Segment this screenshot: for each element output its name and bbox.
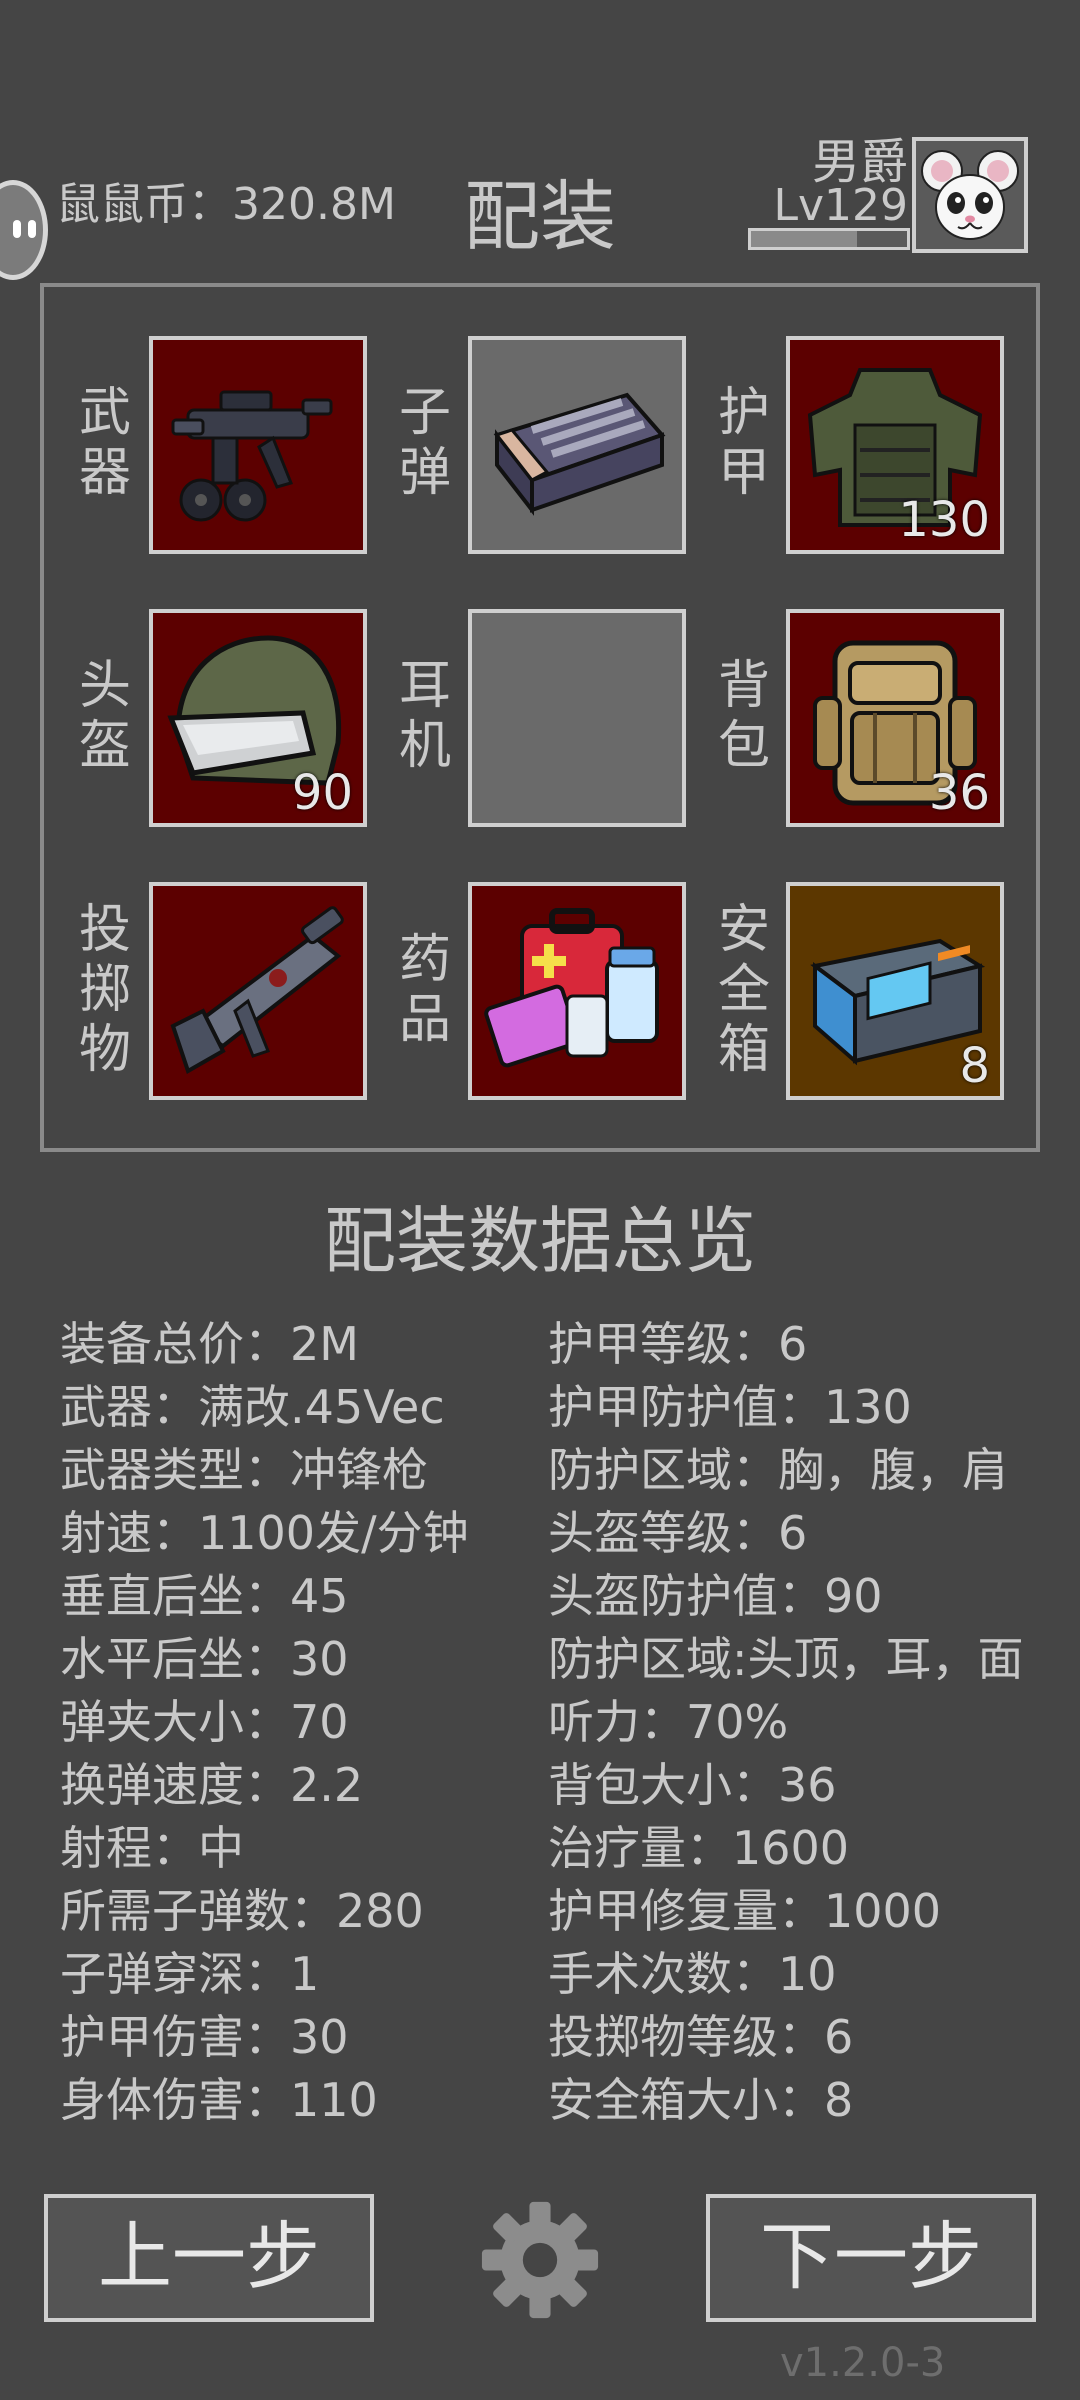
ammo-slot[interactable]	[468, 336, 686, 554]
stat-vertical-recoil: 垂直后坐：45	[60, 1569, 349, 1623]
stat-body-damage: 身体伤害：110	[60, 2073, 378, 2127]
medicine-slot[interactable]	[468, 882, 686, 1100]
stat-armor-level: 护甲等级：6	[548, 1317, 808, 1371]
stat-healing: 治疗量：1600	[548, 1821, 850, 1875]
backpack-capacity: 36	[928, 765, 990, 821]
throwable-slot[interactable]	[149, 882, 367, 1100]
armor-durability: 130	[898, 492, 990, 548]
backpack-slot[interactable]: 36	[786, 609, 1004, 827]
player-level: Lv129	[773, 180, 908, 231]
summary-title: 配装数据总览	[323, 1199, 756, 1283]
gear-icon[interactable]	[474, 2194, 606, 2326]
xp-progress-bar	[748, 228, 910, 250]
stat-magazine-size: 弹夹大小：70	[60, 1695, 349, 1749]
ammo-box-icon	[493, 392, 666, 516]
slot-label-throwable: 投掷物	[78, 900, 131, 1080]
prev-step-button[interactable]: 上一步	[44, 2194, 374, 2322]
slot-label-secure-case: 安全箱	[717, 900, 770, 1080]
slot-label-backpack: 背包	[717, 656, 770, 776]
slot-label-medicine: 药品	[398, 930, 451, 1050]
stat-backpack-size: 背包大小：36	[548, 1758, 837, 1812]
stat-penetration: 子弹穿深：1	[60, 1947, 320, 2001]
mouse-avatar[interactable]	[912, 137, 1028, 253]
stat-helmet-zones: 防护区域:头顶，耳，面	[548, 1632, 1024, 1686]
armor-slot[interactable]: 130	[786, 336, 1004, 554]
weapon-slot[interactable]	[149, 336, 367, 554]
version-label: v1.2.0-3	[780, 2340, 946, 2386]
stat-helmet-level: 头盔等级：6	[548, 1506, 808, 1560]
grenade-launcher-icon	[170, 906, 344, 1074]
slot-label-helmet: 头盔	[78, 656, 131, 776]
medkit-icon	[484, 908, 659, 1068]
slot-label-ammo: 子弹	[398, 383, 451, 503]
stat-armor-repair: 护甲修复量：1000	[548, 1884, 942, 1938]
stat-reload-speed: 换弹速度：2.2	[60, 1758, 364, 1812]
stats-left-column: 装备总价：2M 武器：满改.45Vec 武器类型：冲锋枪 射速：1100发/分钟…	[60, 1313, 469, 2132]
helmet-durability: 90	[291, 765, 353, 821]
stat-surgery-count: 手术次数：10	[548, 1947, 837, 2001]
stat-armor-value: 护甲防护值：130	[548, 1380, 912, 1434]
stat-helmet-value: 头盔防护值：90	[548, 1569, 883, 1623]
slot-label-weapon: 武器	[78, 383, 131, 503]
secure-case-slot[interactable]: 8	[786, 882, 1004, 1100]
stat-fire-rate: 射速：1100发/分钟	[60, 1506, 469, 1560]
stat-range: 射程：中	[60, 1821, 244, 1875]
stat-total-price: 装备总价：2M	[60, 1317, 359, 1371]
stat-armor-damage: 护甲伤害：30	[60, 2010, 349, 2064]
headset-slot[interactable]	[468, 609, 686, 827]
stat-ammo-required: 所需子弹数：280	[60, 1884, 424, 1938]
stat-armor-zones: 防护区域：胸，腹，肩	[548, 1443, 1008, 1497]
stat-secure-case-size: 安全箱大小：8	[548, 2073, 854, 2127]
slot-label-headset: 耳机	[398, 656, 451, 776]
stat-throwable-level: 投掷物等级：6	[548, 2010, 854, 2064]
slot-label-armor: 护甲	[717, 383, 770, 503]
stats-right-column: 护甲等级：6 护甲防护值：130 防护区域：胸，腹，肩 头盔等级：6 头盔防护值…	[548, 1313, 1024, 2132]
stat-hearing: 听力：70%	[548, 1695, 789, 1749]
smg-icon	[171, 390, 333, 522]
secure-case-size: 8	[959, 1038, 990, 1094]
next-step-button[interactable]: 下一步	[706, 2194, 1036, 2322]
stat-horizontal-recoil: 水平后坐：30	[60, 1632, 349, 1686]
stat-weapon: 武器：满改.45Vec	[60, 1380, 445, 1434]
stat-weapon-type: 武器类型：冲锋枪	[60, 1443, 428, 1497]
helmet-slot[interactable]: 90	[149, 609, 367, 827]
